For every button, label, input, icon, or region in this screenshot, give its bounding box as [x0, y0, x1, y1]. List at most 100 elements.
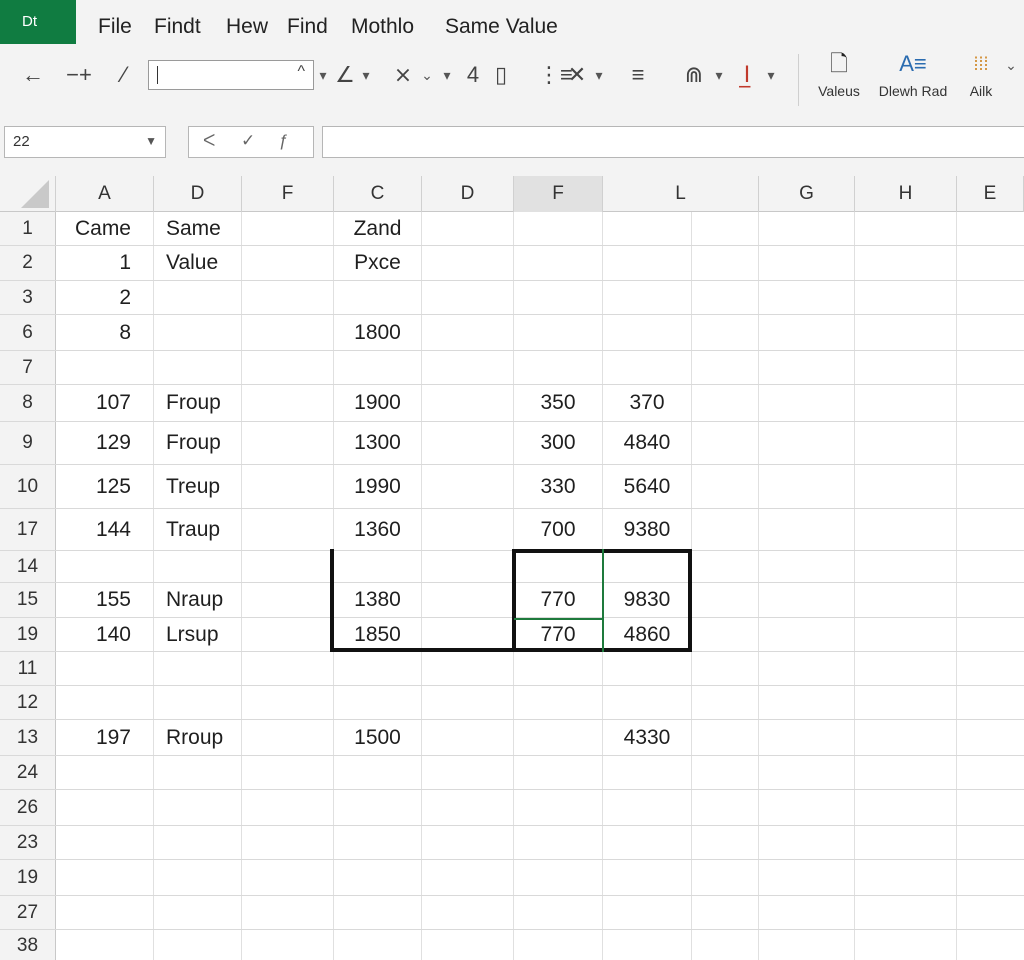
grid-cell[interactable]: Froup	[154, 385, 242, 421]
grid-cell[interactable]	[514, 652, 603, 685]
grid-cell[interactable]	[759, 686, 855, 719]
row-header[interactable]: 19	[0, 618, 56, 651]
grid-cell[interactable]	[334, 790, 422, 825]
grid-cell[interactable]	[855, 860, 957, 895]
grid-cell[interactable]	[759, 896, 855, 929]
fill-dropdown-icon[interactable]: ▾	[360, 60, 372, 90]
row-header[interactable]: 11	[0, 652, 56, 685]
grid-cell[interactable]	[422, 686, 514, 719]
grid-cell[interactable]	[422, 281, 514, 314]
row-header[interactable]: 1	[0, 212, 56, 245]
grid-cell[interactable]	[692, 583, 759, 617]
grid-cell[interactable]	[855, 686, 957, 719]
grid-cell[interactable]: Traup	[154, 509, 242, 550]
grid-cell[interactable]	[242, 465, 334, 508]
grid-cell[interactable]	[242, 281, 334, 314]
grid-cell[interactable]	[154, 315, 242, 350]
ailk-button[interactable]: ⁞⁞⁞ Ailk	[958, 48, 1004, 102]
grid-cell[interactable]	[514, 896, 603, 929]
column-header[interactable]: F	[242, 176, 334, 212]
grid-cell[interactable]	[334, 351, 422, 384]
grid-cell[interactable]	[603, 686, 692, 719]
grid-cell[interactable]	[422, 618, 514, 651]
dropdown-arrow-icon[interactable]: ▾	[318, 60, 328, 90]
grid-cell[interactable]	[422, 826, 514, 859]
grid-cell[interactable]	[422, 720, 514, 755]
grid-cell[interactable]	[759, 422, 855, 464]
grid-cell[interactable]	[422, 351, 514, 384]
grid-cell[interactable]	[242, 385, 334, 421]
grid-cell[interactable]	[242, 551, 334, 582]
grid-cell[interactable]	[154, 551, 242, 582]
grid-cell[interactable]	[242, 351, 334, 384]
grid-cell[interactable]: 4840	[603, 422, 692, 464]
clear-dropdown-icon[interactable]: ▾	[592, 60, 606, 90]
grid-cell[interactable]	[603, 246, 692, 280]
values-button[interactable]: 🗋 Valeus	[812, 48, 866, 102]
table-icon[interactable]: ▯	[488, 60, 514, 90]
grid-cell[interactable]	[154, 652, 242, 685]
grid-cell[interactable]	[56, 351, 154, 384]
grid-cell[interactable]	[603, 756, 692, 789]
grid-cell[interactable]: 1360	[334, 509, 422, 550]
grid-cell[interactable]	[855, 351, 957, 384]
grid-cell[interactable]	[514, 551, 603, 582]
column-header[interactable]: C	[334, 176, 422, 212]
grid-cell[interactable]	[242, 246, 334, 280]
grid-cell[interactable]	[334, 826, 422, 859]
grid-cell[interactable]	[855, 930, 957, 960]
name-box-dropdown-icon[interactable]: ▼	[145, 134, 157, 148]
grid-cell[interactable]	[242, 315, 334, 350]
row-header[interactable]: 8	[0, 385, 56, 421]
grid-cell[interactable]	[422, 315, 514, 350]
menu-file[interactable]: File	[98, 12, 132, 42]
grid-cell[interactable]	[855, 422, 957, 464]
grid-cell[interactable]: Froup	[154, 422, 242, 464]
grid-cell[interactable]	[334, 281, 422, 314]
grid-cell[interactable]	[422, 509, 514, 550]
grid-cell[interactable]	[603, 281, 692, 314]
menu-mothlo[interactable]: Mothlo	[351, 12, 414, 42]
grid-cell[interactable]	[692, 790, 759, 825]
wrap-icon[interactable]: ⋒	[680, 60, 708, 90]
grid-cell[interactable]	[855, 465, 957, 508]
formula-input[interactable]	[322, 126, 1024, 158]
grid-cell[interactable]	[759, 465, 855, 508]
grid-cell[interactable]	[759, 315, 855, 350]
list-icon[interactable]: ⋮≡	[538, 60, 573, 90]
grid-cell[interactable]	[514, 860, 603, 895]
grid-cell[interactable]	[242, 860, 334, 895]
grid-cell[interactable]	[242, 720, 334, 755]
grid-cell[interactable]	[759, 281, 855, 314]
grid-cell[interactable]	[692, 826, 759, 859]
grid-cell[interactable]	[422, 385, 514, 421]
grid-cell[interactable]	[242, 422, 334, 464]
grid-cell[interactable]	[242, 618, 334, 651]
grid-cell[interactable]: 155	[56, 583, 154, 617]
grid-cell[interactable]	[56, 826, 154, 859]
grid-cell[interactable]	[692, 860, 759, 895]
grid-cell[interactable]	[56, 930, 154, 960]
grid-cell[interactable]: Treup	[154, 465, 242, 508]
row-header[interactable]: 6	[0, 315, 56, 350]
grid-cell[interactable]	[855, 790, 957, 825]
grid-cell[interactable]	[692, 422, 759, 464]
grid-cell[interactable]	[422, 551, 514, 582]
grid-cell[interactable]	[334, 652, 422, 685]
grid-cell[interactable]: 5640	[603, 465, 692, 508]
grid-cell[interactable]	[759, 351, 855, 384]
clear-icon[interactable]: ✕	[566, 60, 588, 90]
grid-cell[interactable]: Rroup	[154, 720, 242, 755]
zoom-adjust-icon[interactable]: −+	[58, 60, 100, 90]
grid-cell[interactable]	[855, 896, 957, 929]
grid-cell[interactable]	[759, 790, 855, 825]
column-header[interactable]: H	[855, 176, 957, 212]
grid-cell[interactable]	[759, 930, 855, 960]
grid-cell[interactable]	[56, 896, 154, 929]
grid-cell[interactable]	[603, 551, 692, 582]
select-all-corner[interactable]	[0, 176, 56, 212]
font-color-dropdown-icon[interactable]: ▾	[764, 60, 778, 90]
grid-cell[interactable]	[692, 720, 759, 755]
row-header[interactable]: 24	[0, 756, 56, 789]
grid-cell[interactable]	[692, 551, 759, 582]
